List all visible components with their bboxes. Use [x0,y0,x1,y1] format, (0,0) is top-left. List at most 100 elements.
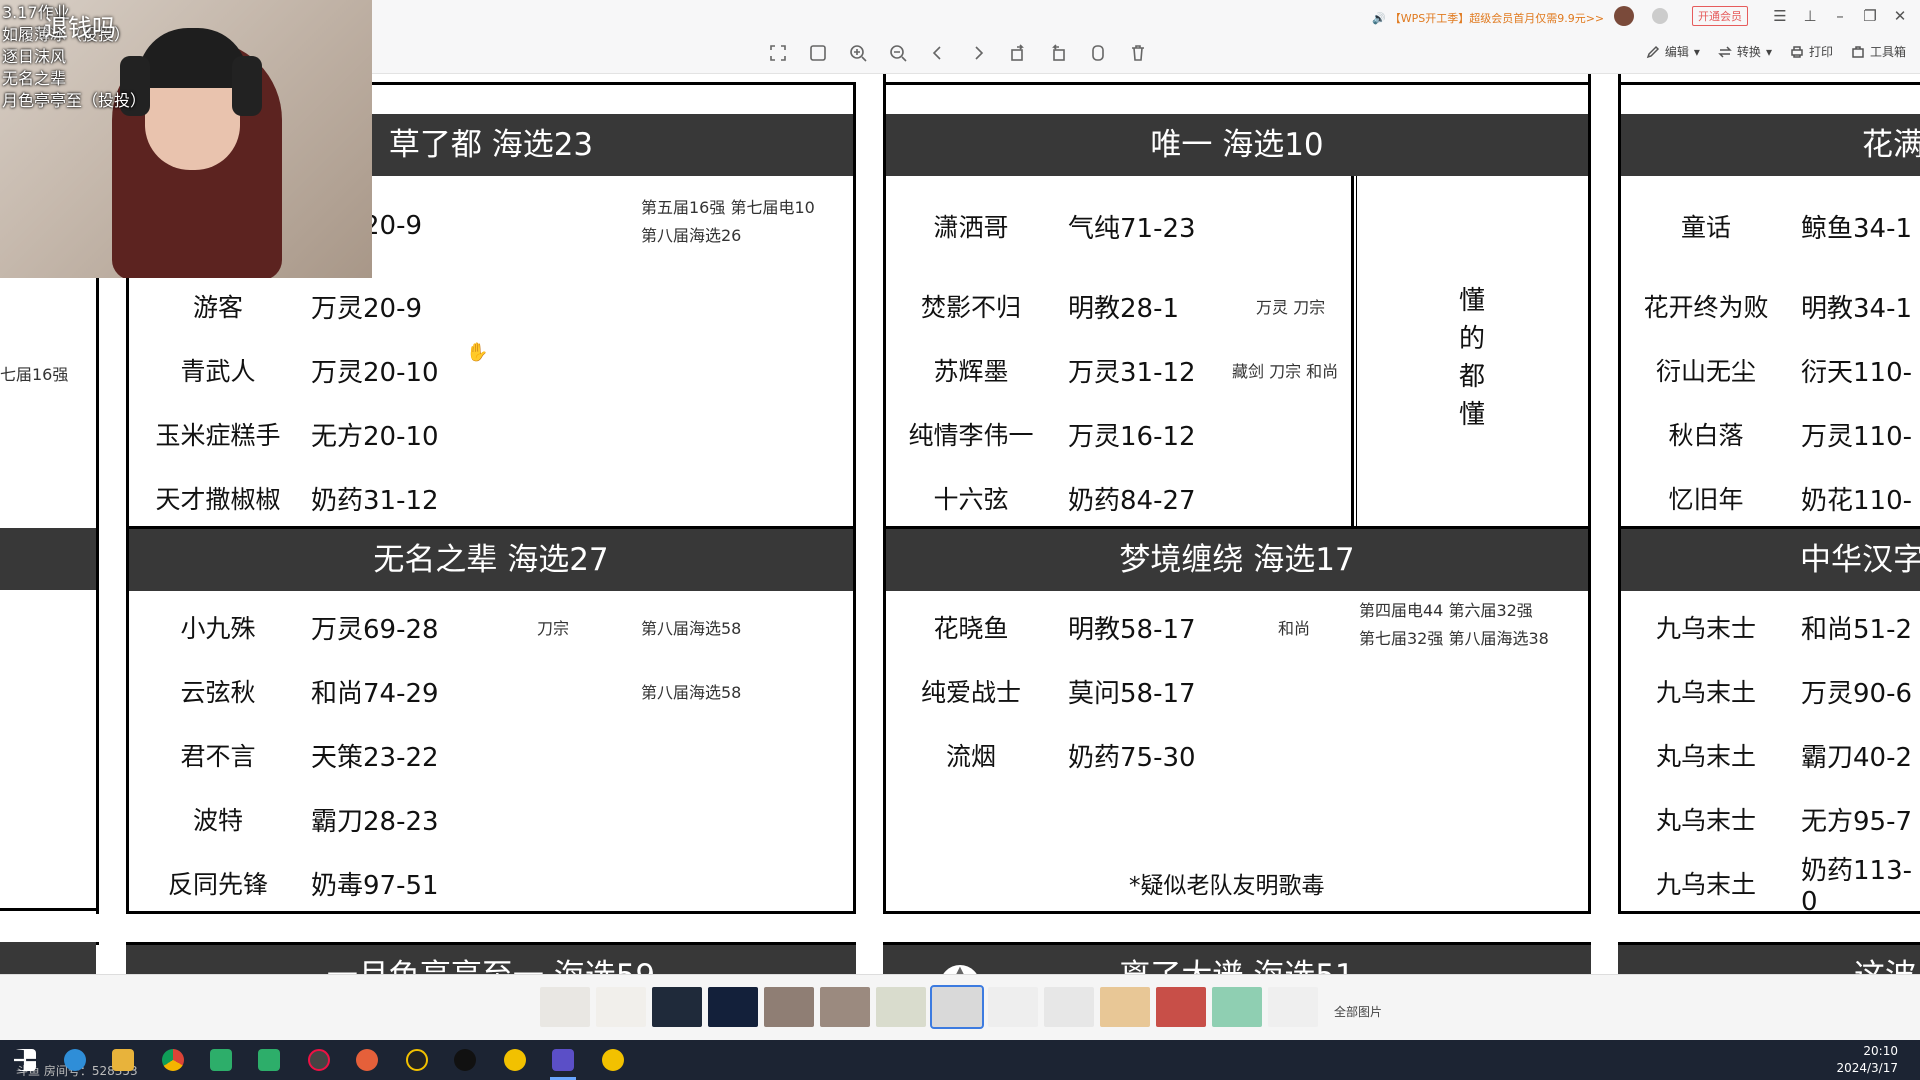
player-class-record: 万灵20-9 [311,293,423,324]
thumbnail[interactable] [1044,987,1094,1027]
vip-button[interactable]: 开通会员 [1692,6,1748,26]
account-status-icon[interactable] [1652,8,1668,24]
player-name: 苏辉墨 [933,357,1009,386]
file-explorer-icon[interactable] [112,1049,134,1071]
app-icon[interactable] [504,1049,526,1071]
player-class-record: 霸刀28-23 [311,806,439,837]
thumbnail[interactable] [988,987,1038,1027]
toolbox-label: 工具箱 [1869,45,1906,59]
team-header: 唯一 海选10 [886,114,1588,176]
print-button[interactable]: 打印 [1790,43,1833,60]
app-icon[interactable] [258,1049,280,1071]
player-row: 秋白落 万灵110- [1621,404,1920,464]
player-note: 万灵 刀宗 [1256,298,1326,317]
zoom-in-button[interactable] [845,40,871,66]
team-header-partial: 这波 [1618,945,1920,974]
minimize-icon[interactable]: – [1832,7,1848,25]
player-class-record: 霸刀40-2 [1801,742,1913,773]
player-row: 小九殊 万灵69-28 刀宗 第八届海选58 [129,597,853,657]
next-button[interactable] [965,40,991,66]
player-class-record: 万灵69-28 [311,614,439,645]
player-row: 青武人 万灵20-10 [129,340,853,400]
team-header-partial: 离了大谱 海选51 [883,945,1591,974]
edge-icon[interactable] [64,1049,86,1071]
player-name: 反同先锋 [167,870,268,899]
player-name: 纯情李伟一 [908,421,1034,450]
player-class-record: 奶药84-27 [1068,485,1196,516]
player-class-record: 奶花110- [1801,485,1913,516]
prev-button[interactable] [925,40,951,66]
player-class-record: 万灵16-12 [1068,421,1196,452]
fit-button[interactable] [805,40,831,66]
app-icon[interactable] [406,1049,428,1071]
thumbnail[interactable] [1156,987,1206,1027]
player-class-record: 奶药75-30 [1068,742,1196,773]
file-actions: 编辑 ▾ 转换 ▾ 打印 工具箱 [1646,43,1906,60]
app-icon[interactable] [602,1049,624,1071]
player-class-record: 鲸鱼34-1 [1801,213,1913,244]
thumbnail[interactable] [876,987,926,1027]
windows-taskbar: 斗鱼 房间号：528353 20:10 2024/3/17 [0,1040,1920,1080]
chevron-right-icon [975,46,984,60]
zoom-in-icon [850,45,867,62]
convert-button[interactable]: 转换 ▾ [1718,43,1772,60]
fullscreen-icon [770,45,786,61]
all-pictures-link[interactable]: 全部图片 [1334,1003,1382,1020]
thumbnail[interactable] [764,987,814,1027]
player-note: 藏剑 刀宗 和尚 [1232,362,1339,381]
thumbnail[interactable] [708,987,758,1027]
flip-button[interactable] [1085,40,1111,66]
team-header: 花满 [1621,114,1920,176]
app-icon[interactable] [308,1049,330,1071]
player-history: 第五届16强 第七届电10 第八届海选26 [641,194,815,250]
team-header-partial: 一月色亭亭至一 海选59 [126,945,856,974]
player-class-record: 万灵20-10 [311,357,439,388]
promo-banner[interactable]: 🔊 【WPS开工季】超级会员首月仅需9.9元>> [1372,10,1604,26]
webcam-overlay: 3.17作业 如履薄冰（投投） 逐日沫风 无名之辈 月色亭亭至（投投） 退钱吗 [0,0,372,278]
toolbox-button[interactable]: 工具箱 [1851,43,1906,60]
team-header: 无名之辈 海选27 [129,529,853,591]
zoom-out-button[interactable] [885,40,911,66]
account-avatar[interactable] [1614,6,1634,26]
rotate-right-button[interactable] [1005,40,1031,66]
thumbnail[interactable] [596,987,646,1027]
player-row: 花开终为败 明教34-1 [1621,276,1920,336]
thumbnail[interactable] [1268,987,1318,1027]
qq-icon[interactable] [454,1049,476,1071]
promo-text[interactable]: 【WPS开工季】超级会员首月仅需9.9元>> [1390,10,1604,26]
thumbnail[interactable] [1212,987,1262,1027]
speaker-icon: 🔊 [1372,11,1386,25]
player-name: 衍山无尘 [1655,357,1756,386]
pin-icon[interactable]: ⊥ [1802,7,1818,25]
system-clock[interactable]: 20:10 2024/3/17 [1836,1043,1898,1077]
player-row: 反同先锋 奶毒97-51 [129,853,853,913]
thumbnail[interactable] [1100,987,1150,1027]
thumbnail[interactable] [540,987,590,1027]
player-name: 十六弦 [933,485,1009,514]
delete-button[interactable] [1125,40,1151,66]
fullscreen-button[interactable] [765,40,791,66]
thumbnail[interactable] [652,987,702,1027]
player-name: 花开终为败 [1643,293,1769,322]
player-class-record: 明教58-17 [1068,614,1196,645]
thumbnail-toggle[interactable]: ▲ [940,965,980,974]
chevron-up-icon: ▲ [956,965,964,974]
player-row: 君不言 天策23-22 [129,725,853,785]
thumbnail-selected[interactable] [930,985,984,1029]
menu-icon[interactable]: ☰ [1772,7,1788,25]
hand-cursor-icon: ✋ [466,342,489,363]
player-class-record: 和尚51-2 [1801,614,1913,645]
player-name: 焚影不归 [920,293,1021,322]
player-history: 第八届海选58 [641,619,742,638]
rotate-left-button[interactable] [1045,40,1071,66]
app-icon[interactable] [210,1049,232,1071]
app-icon[interactable] [356,1049,378,1071]
overlay-line: 月色亭亭至（投投） [2,91,147,110]
thumbnail[interactable] [820,987,870,1027]
player-name: 小九殊 [180,614,256,643]
chrome-icon[interactable] [162,1049,184,1071]
maximize-icon[interactable]: ❐ [1862,7,1878,25]
edit-button[interactable]: 编辑 ▾ [1646,43,1700,60]
image-viewer-icon[interactable] [552,1049,574,1071]
close-icon[interactable]: ✕ [1892,7,1908,25]
